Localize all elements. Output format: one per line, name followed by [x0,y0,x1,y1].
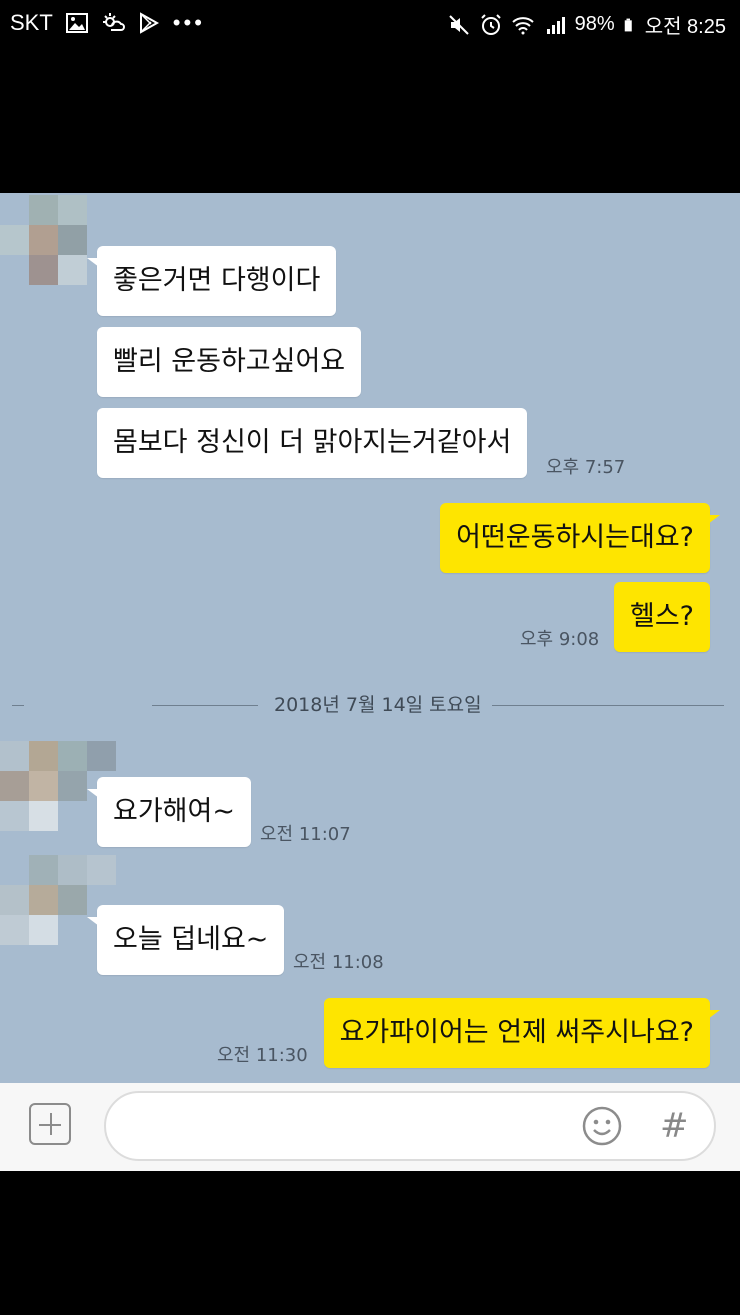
message-bubble-outgoing[interactable]: 헬스? [613,582,710,652]
message-text: 요가해여~ [113,796,235,827]
battery-icon [624,18,632,31]
message-time: 오후 7:57 [546,457,626,478]
signal-icon [546,16,565,34]
message-time: 오전 11:08 [293,952,384,973]
message-bubble-outgoing[interactable]: 요가파이어는 언제 써주시나요? [323,998,721,1068]
alarm-icon [480,13,501,35]
date-separator: 2018년 7월 14일 토요일 [12,690,726,720]
message-time: 오전 11:30 [217,1045,308,1066]
message-bubble-incoming[interactable]: 요가해여~ [87,777,251,847]
carrier-label: SKT [10,10,53,35]
chat-area[interactable]: 좋은거면 다행이다 빨리 운동하고싶어요 몸보다 정신이 더 맑아지는거같아서 … [0,193,740,1083]
play-store-icon [139,12,159,34]
more-dots-icon: ••• [172,10,205,35]
wifi-icon [512,16,534,34]
status-bar: SKT ••• 98% 오전 8:25 [0,0,740,52]
message-bubble-incoming[interactable]: 빨리 운동하고싶어요 [97,327,362,397]
message-text: 몸보다 정신이 더 맑아지는거같아서 [113,427,512,458]
hashtag-button[interactable]: # [660,1105,689,1147]
message-text: 요가파이어는 언제 써주시나요? [339,1017,694,1048]
battery-label: 98% [574,13,615,35]
message-input-bar: # [0,1083,740,1171]
message-text: 헬스? [629,601,694,632]
mute-icon [448,14,469,35]
message-bubble-incoming[interactable]: 오늘 덥네요~ [86,905,285,975]
message-input[interactable] [104,1091,716,1161]
message-text: 빨리 운동하고싶어요 [113,346,346,377]
message-bubble-outgoing[interactable]: 어떤운동하시는대요? [440,503,720,573]
image-icon [65,13,88,33]
message-bubble-incoming[interactable]: 좋은거면 다행이다 [86,246,337,316]
clock-label: 오전 8:25 [644,16,726,38]
message-bubble-incoming[interactable]: 몸보다 정신이 더 맑아지는거같아서 [97,408,528,478]
weather-icon [102,13,125,31]
date-separator-text: 2018년 7월 14일 토요일 [274,694,482,716]
emoji-icon[interactable] [581,1105,623,1147]
message-text: 좋은거면 다행이다 [113,265,321,296]
message-text: 어떤운동하시는대요? [456,522,694,553]
message-time: 오전 11:07 [260,824,351,845]
plus-icon[interactable] [29,1103,71,1145]
message-time: 오후 9:08 [520,629,600,650]
message-text: 오늘 덥네요~ [113,924,269,955]
